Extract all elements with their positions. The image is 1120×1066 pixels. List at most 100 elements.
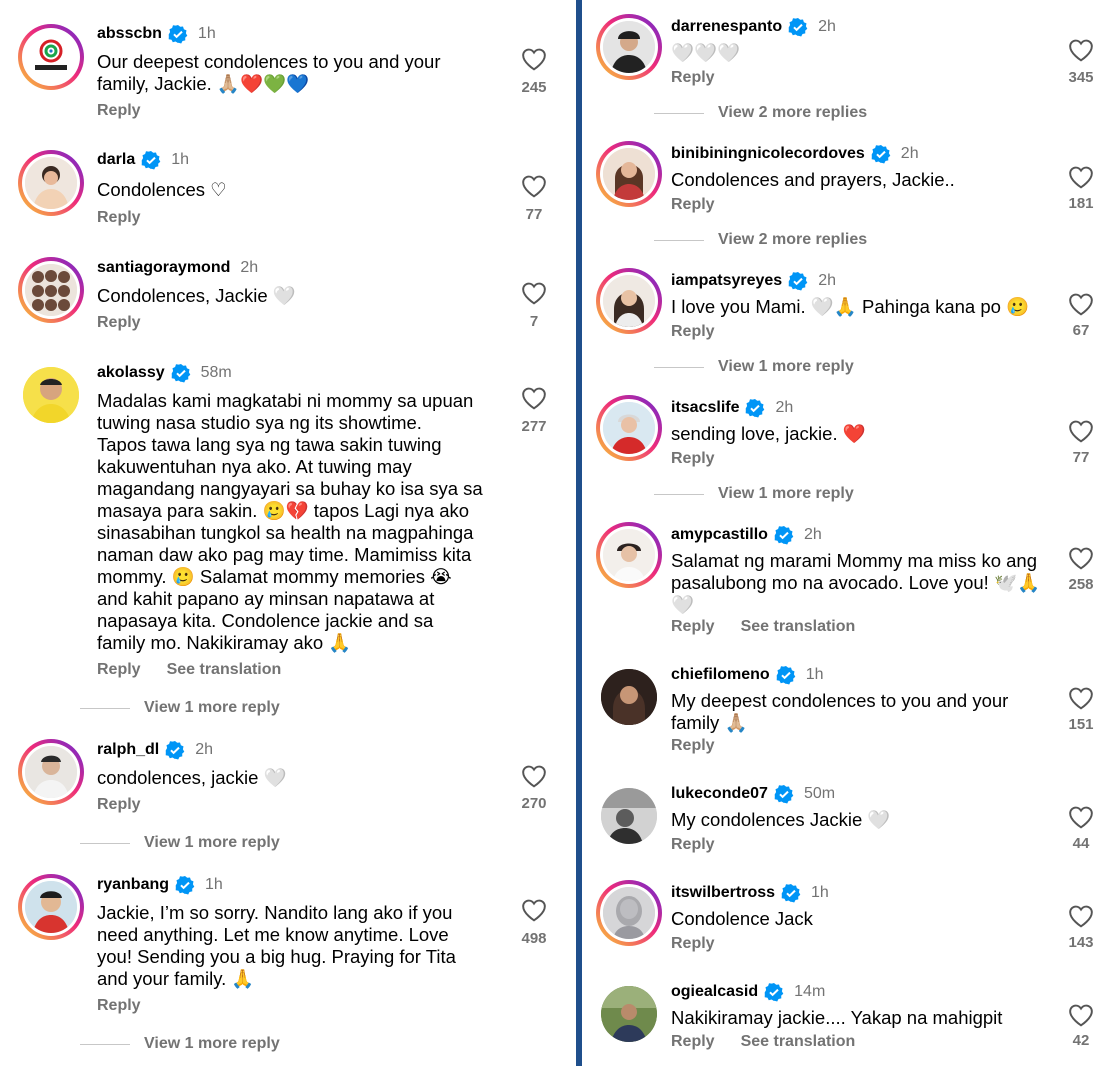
avatar[interactable] bbox=[596, 141, 662, 207]
comment-text: 🤍🤍🤍 bbox=[671, 42, 741, 63]
comment-text: sending love, jackie. ❤️ bbox=[671, 423, 866, 444]
like-heart-icon[interactable] bbox=[1068, 38, 1094, 62]
like-count: 245 bbox=[521, 79, 547, 96]
like-heart-icon[interactable] bbox=[521, 174, 547, 198]
like-count: 44 bbox=[1072, 835, 1090, 852]
avatar[interactable] bbox=[596, 783, 662, 849]
reply-button[interactable]: Reply bbox=[97, 661, 141, 679]
username[interactable]: santiagoraymond 2h bbox=[97, 259, 258, 277]
verified-badge-icon bbox=[764, 983, 784, 1002]
username[interactable]: ralph_dl 2h bbox=[97, 740, 213, 760]
reply-button[interactable]: Reply bbox=[97, 997, 141, 1015]
like-heart-icon[interactable] bbox=[521, 764, 547, 788]
reply-button[interactable]: Reply bbox=[671, 935, 715, 953]
view-more-replies-label[interactable]: View 1 more reply bbox=[144, 834, 280, 852]
comment-text: My deepest condolences to you and your f… bbox=[671, 690, 1009, 733]
view-more-replies[interactable]: View 1 more reply bbox=[654, 358, 854, 376]
avatar[interactable] bbox=[596, 268, 662, 334]
like-heart-icon[interactable] bbox=[1068, 165, 1094, 189]
like-heart-icon[interactable] bbox=[521, 47, 547, 71]
username[interactable]: itswilbertross 1h bbox=[671, 883, 829, 903]
view-more-replies-label[interactable]: View 1 more reply bbox=[144, 1035, 280, 1053]
comment-time: 50m bbox=[803, 785, 836, 802]
verified-badge-icon bbox=[165, 741, 185, 760]
reply-button[interactable]: Reply bbox=[671, 323, 715, 341]
verified-badge-icon bbox=[175, 876, 195, 895]
comment-text: Salamat ng marami Mommy ma miss ko ang p… bbox=[671, 550, 1041, 615]
view-more-replies[interactable]: View 1 more reply bbox=[80, 834, 280, 852]
avatar[interactable] bbox=[18, 362, 84, 428]
like-count: 77 bbox=[1072, 449, 1090, 466]
reply-button[interactable]: Reply bbox=[671, 836, 715, 854]
username[interactable]: ryanbang 1h bbox=[97, 875, 223, 895]
username[interactable]: darla 1h bbox=[97, 150, 189, 170]
avatar[interactable] bbox=[18, 739, 84, 805]
reply-button[interactable]: Reply bbox=[671, 196, 715, 214]
divider-line bbox=[654, 239, 704, 241]
username[interactable]: akolassy 58m bbox=[97, 363, 232, 383]
divider-line bbox=[80, 842, 130, 844]
view-more-replies[interactable]: View 2 more replies bbox=[654, 231, 867, 249]
like-count: 277 bbox=[521, 418, 547, 435]
view-more-replies-label[interactable]: View 1 more reply bbox=[718, 358, 854, 376]
avatar[interactable] bbox=[18, 874, 84, 940]
view-more-replies-label[interactable]: View 2 more replies bbox=[718, 231, 867, 249]
reply-button[interactable]: Reply bbox=[671, 618, 715, 636]
like-count: 77 bbox=[525, 206, 543, 223]
verified-badge-icon bbox=[776, 666, 795, 685]
reply-button[interactable]: Reply bbox=[671, 737, 715, 755]
reply-button[interactable]: Reply bbox=[97, 314, 141, 332]
view-more-replies[interactable]: View 1 more reply bbox=[654, 485, 854, 503]
reply-button[interactable]: Reply bbox=[97, 209, 141, 227]
username[interactable]: amypcastillo 2h bbox=[671, 525, 822, 545]
avatar[interactable] bbox=[596, 880, 662, 946]
username[interactable]: itsacslife 2h bbox=[671, 398, 793, 418]
like-heart-icon[interactable] bbox=[521, 898, 547, 922]
username[interactable]: binibiningnicolecordoves 2h bbox=[671, 144, 919, 164]
like-heart-icon[interactable] bbox=[1068, 419, 1094, 443]
like-heart-icon[interactable] bbox=[521, 386, 547, 410]
comment-text: condolences, jackie 🤍 bbox=[97, 767, 287, 788]
like-heart-icon[interactable] bbox=[1068, 686, 1094, 710]
see-translation-button[interactable]: See translation bbox=[741, 618, 856, 636]
avatar[interactable] bbox=[18, 257, 84, 323]
username[interactable]: ogiealcasid 14m bbox=[671, 982, 825, 1002]
avatar[interactable] bbox=[596, 981, 662, 1047]
view-more-replies[interactable]: View 2 more replies bbox=[654, 104, 867, 122]
view-more-replies[interactable]: View 1 more reply bbox=[80, 1035, 280, 1053]
divider-line bbox=[80, 1043, 130, 1045]
like-heart-icon[interactable] bbox=[1068, 904, 1094, 928]
avatar[interactable] bbox=[596, 14, 662, 80]
reply-button[interactable]: Reply bbox=[671, 450, 715, 468]
reply-button[interactable]: Reply bbox=[671, 69, 715, 87]
like-heart-icon[interactable] bbox=[1068, 292, 1094, 316]
username[interactable]: darrenespanto 2h bbox=[671, 17, 836, 37]
like-count: 258 bbox=[1068, 576, 1094, 593]
avatar[interactable] bbox=[18, 150, 84, 216]
like-heart-icon[interactable] bbox=[1068, 1003, 1094, 1027]
view-more-replies-label[interactable]: View 2 more replies bbox=[718, 104, 867, 122]
avatar[interactable] bbox=[596, 664, 662, 730]
like-count: 151 bbox=[1068, 716, 1094, 733]
view-more-replies[interactable]: View 1 more reply bbox=[80, 699, 280, 717]
like-heart-icon[interactable] bbox=[1068, 546, 1094, 570]
reply-button[interactable]: Reply bbox=[671, 1033, 715, 1051]
view-more-replies-label[interactable]: View 1 more reply bbox=[144, 699, 280, 717]
comment-text: Our deepest condolences to you and your … bbox=[97, 51, 441, 94]
see-translation-button[interactable]: See translation bbox=[741, 1033, 856, 1051]
divider-line bbox=[80, 707, 130, 709]
reply-button[interactable]: Reply bbox=[97, 102, 141, 120]
username[interactable]: absscbn 1h bbox=[97, 24, 216, 44]
reply-button[interactable]: Reply bbox=[97, 796, 141, 814]
like-heart-icon[interactable] bbox=[1068, 805, 1094, 829]
comment-time: 2h bbox=[818, 272, 836, 289]
view-more-replies-label[interactable]: View 1 more reply bbox=[718, 485, 854, 503]
see-translation-button[interactable]: See translation bbox=[167, 661, 282, 679]
username[interactable]: lukeconde07 50m bbox=[671, 784, 835, 804]
username[interactable]: chiefilomeno 1h bbox=[671, 665, 823, 685]
like-heart-icon[interactable] bbox=[521, 281, 547, 305]
avatar[interactable] bbox=[596, 522, 662, 588]
avatar[interactable] bbox=[18, 24, 84, 90]
username[interactable]: iampatsyreyes 2h bbox=[671, 271, 836, 291]
avatar[interactable] bbox=[596, 395, 662, 461]
